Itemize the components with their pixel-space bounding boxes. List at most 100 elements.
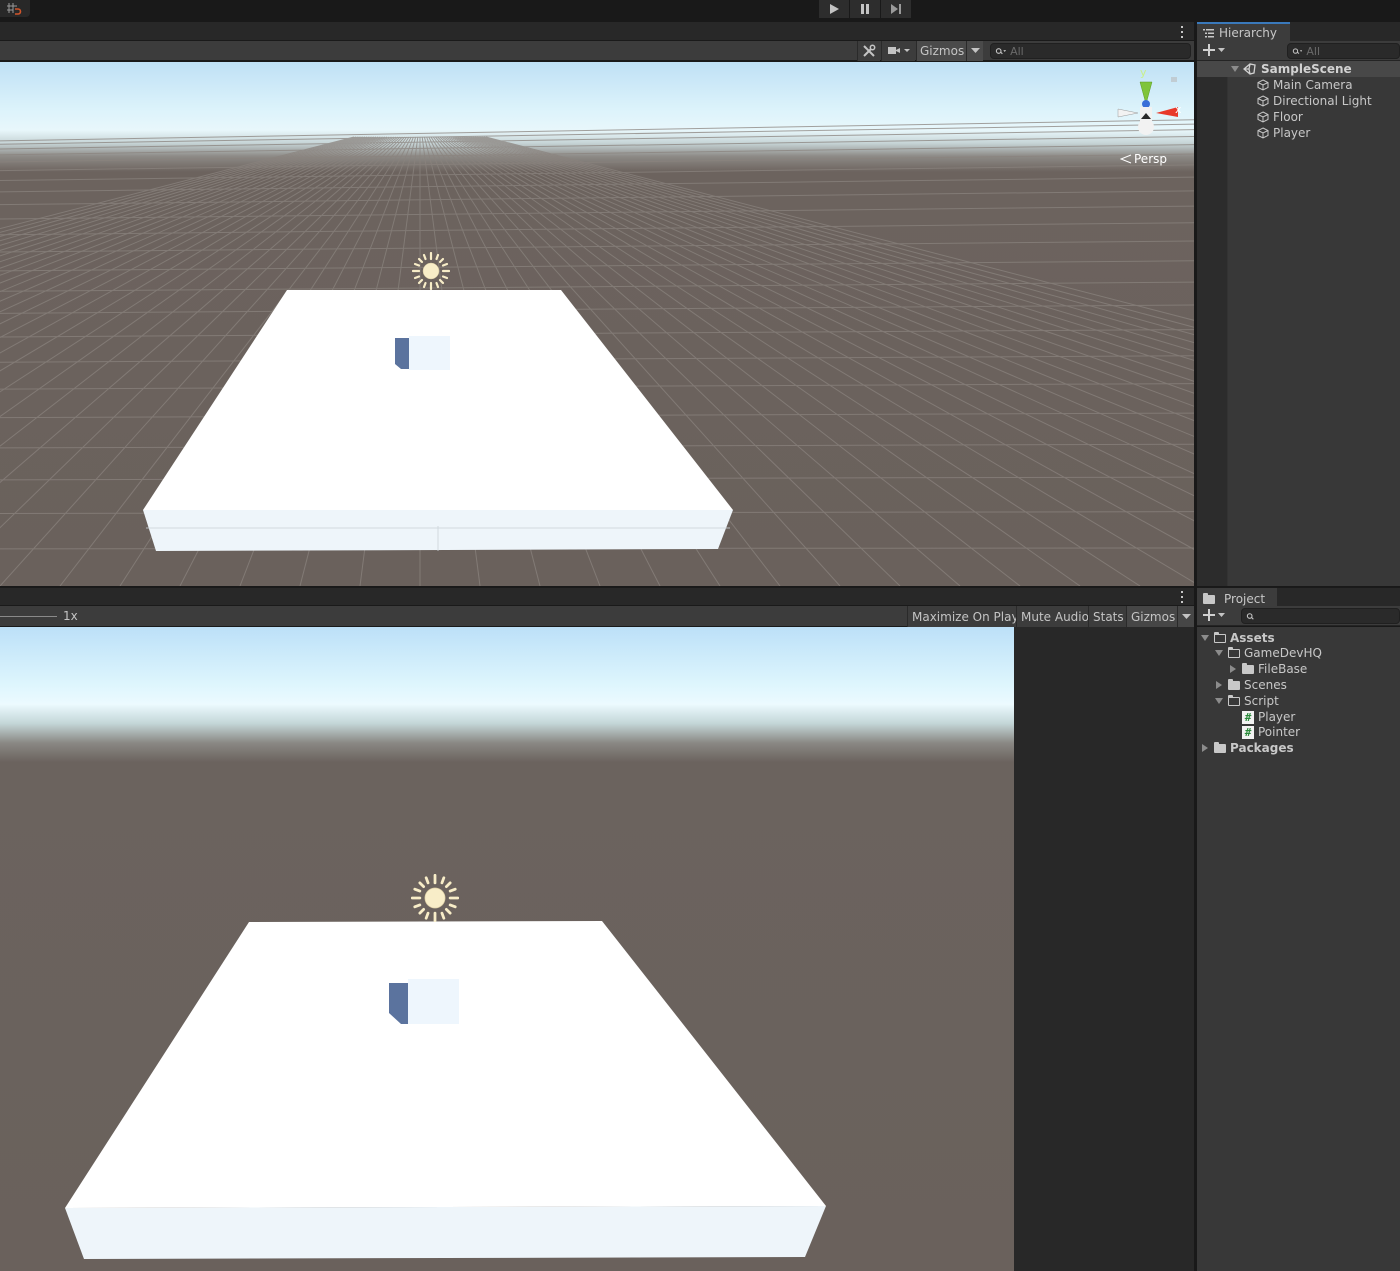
step-button[interactable] bbox=[881, 0, 911, 18]
playback-controls bbox=[819, 0, 911, 18]
folder-label: Assets bbox=[1230, 631, 1275, 645]
gameobject-cube-icon bbox=[1257, 79, 1269, 91]
gizmos-toggle[interactable]: Gizmos bbox=[916, 41, 966, 61]
game-view-letterbox bbox=[1014, 627, 1194, 1271]
game-player-cube bbox=[389, 979, 459, 1024]
folder-icon bbox=[1214, 741, 1226, 753]
mute-audio-label: Mute Audio bbox=[1021, 609, 1089, 624]
csharp-script-icon: # bbox=[1242, 725, 1254, 739]
folder-icon bbox=[1228, 678, 1240, 690]
script-label: Pointer bbox=[1258, 725, 1301, 739]
grid-snap-icon bbox=[7, 3, 22, 15]
floor-object[interactable] bbox=[0, 62, 1194, 586]
folder-open-icon bbox=[1213, 631, 1226, 643]
collapse-caret-icon[interactable] bbox=[1216, 681, 1222, 689]
folder-label: GameDevHQ bbox=[1244, 646, 1322, 660]
folder-label: Script bbox=[1244, 694, 1279, 708]
create-dropdown[interactable] bbox=[1203, 44, 1225, 56]
hierarchy-item-label: Player bbox=[1273, 126, 1311, 140]
gameobject-cube-icon bbox=[1257, 95, 1269, 107]
scale-slider[interactable] bbox=[0, 616, 57, 617]
step-icon bbox=[891, 4, 901, 14]
orientation-gizmo[interactable]: y x bbox=[1112, 66, 1184, 147]
chevron-down-icon bbox=[1218, 612, 1225, 617]
hierarchy-item-player[interactable]: Player bbox=[1197, 125, 1400, 141]
project-search-input[interactable] bbox=[1258, 609, 1399, 623]
project-script-player[interactable]: # Player bbox=[1197, 709, 1400, 725]
player-object[interactable] bbox=[395, 336, 450, 370]
play-button[interactable] bbox=[819, 0, 849, 18]
scale-label: 1x bbox=[63, 609, 78, 623]
hierarchy-tree: SampleScene Main Camera Directional Ligh… bbox=[1197, 61, 1400, 586]
pause-button[interactable] bbox=[850, 0, 880, 18]
sun-icon bbox=[410, 873, 460, 923]
projection-toggle[interactable]: Persp bbox=[1120, 152, 1167, 166]
expand-caret-icon[interactable] bbox=[1231, 66, 1239, 72]
maximize-on-play-button[interactable]: Maximize On Play bbox=[907, 606, 1023, 627]
camera-settings-dropdown[interactable] bbox=[881, 41, 915, 61]
project-folder-gamedevhq[interactable]: GameDevHQ bbox=[1197, 645, 1400, 661]
project-folder-assets[interactable]: Assets bbox=[1197, 630, 1400, 646]
hierarchy-item-label: Main Camera bbox=[1273, 78, 1353, 92]
tools-icon bbox=[863, 44, 876, 57]
search-icon bbox=[995, 47, 1007, 54]
hierarchy-tab-label: Hierarchy bbox=[1219, 26, 1278, 40]
game-gizmos-toggle[interactable]: Gizmos bbox=[1126, 606, 1180, 627]
hierarchy-item-floor[interactable]: Floor bbox=[1197, 109, 1400, 125]
main-toolbar bbox=[0, 0, 1400, 22]
game-viewport[interactable] bbox=[0, 627, 1014, 1271]
gizmos-dropdown[interactable] bbox=[966, 41, 983, 61]
project-folder-script[interactable]: Script bbox=[1197, 693, 1400, 709]
hierarchy-tab-bar: Hierarchy bbox=[1197, 22, 1400, 42]
scene-search-field[interactable] bbox=[990, 43, 1191, 59]
script-label: Player bbox=[1258, 710, 1296, 724]
hierarchy-search-input[interactable] bbox=[1306, 44, 1399, 58]
project-folder-scenes[interactable]: Scenes bbox=[1197, 677, 1400, 693]
project-tree: Assets GameDevHQ FileBase Scenes Script … bbox=[1197, 627, 1400, 1271]
search-icon bbox=[1246, 612, 1254, 620]
scene-panel-menu-icon[interactable] bbox=[1180, 26, 1184, 38]
hierarchy-item-main-camera[interactable]: Main Camera bbox=[1197, 77, 1400, 93]
game-player-object bbox=[389, 979, 459, 1025]
stats-label: Stats bbox=[1093, 609, 1124, 624]
scene-name: SampleScene bbox=[1261, 62, 1352, 76]
sun-icon bbox=[411, 251, 451, 291]
plus-icon bbox=[1203, 609, 1215, 621]
chevron-down-icon bbox=[1218, 47, 1225, 52]
tab-hierarchy[interactable]: Hierarchy bbox=[1197, 22, 1290, 42]
game-panel-menu-icon[interactable] bbox=[1180, 591, 1184, 603]
directional-light-gizmo[interactable] bbox=[411, 251, 451, 291]
tools-button[interactable] bbox=[857, 41, 880, 61]
project-folder-filebase[interactable]: FileBase bbox=[1197, 661, 1400, 677]
hierarchy-item-directional-light[interactable]: Directional Light bbox=[1197, 93, 1400, 109]
mute-audio-button[interactable]: Mute Audio bbox=[1016, 606, 1093, 627]
folder-open-icon bbox=[1227, 646, 1240, 658]
expand-caret-icon[interactable] bbox=[1215, 650, 1223, 656]
expand-caret-icon[interactable] bbox=[1215, 698, 1223, 704]
folder-label: FileBase bbox=[1258, 662, 1308, 676]
hierarchy-search-field[interactable] bbox=[1287, 43, 1400, 59]
project-script-pointer[interactable]: # Pointer bbox=[1197, 724, 1400, 740]
project-tab-bar: Project bbox=[1197, 587, 1400, 608]
stats-button[interactable]: Stats bbox=[1088, 606, 1128, 627]
pause-icon bbox=[861, 4, 869, 14]
game-floor-object bbox=[65, 921, 826, 1259]
collapse-caret-icon[interactable] bbox=[1230, 665, 1236, 673]
scene-search-input[interactable] bbox=[1010, 44, 1190, 58]
tab-project[interactable]: Project bbox=[1197, 588, 1277, 608]
game-gizmos-dropdown[interactable] bbox=[1177, 606, 1194, 627]
collapse-caret-icon[interactable] bbox=[1202, 744, 1208, 752]
scene-toolbar: Gizmos bbox=[0, 41, 1194, 61]
scene-viewport[interactable]: y x Persp bbox=[0, 62, 1194, 586]
expand-caret-icon[interactable] bbox=[1201, 635, 1209, 641]
gizmos-label: Gizmos bbox=[920, 44, 965, 58]
game-gizmos-label: Gizmos bbox=[1131, 609, 1176, 624]
project-create-dropdown[interactable] bbox=[1203, 609, 1225, 621]
gameobject-cube-icon bbox=[1257, 111, 1269, 123]
grid-snap-button[interactable] bbox=[0, 0, 30, 17]
project-search-field[interactable] bbox=[1241, 608, 1400, 624]
gizmo-y-label: y bbox=[1140, 66, 1147, 79]
perspective-icon bbox=[1120, 154, 1132, 164]
project-folder-packages[interactable]: Packages bbox=[1197, 740, 1400, 756]
hierarchy-scene-row[interactable]: SampleScene bbox=[1197, 61, 1400, 77]
